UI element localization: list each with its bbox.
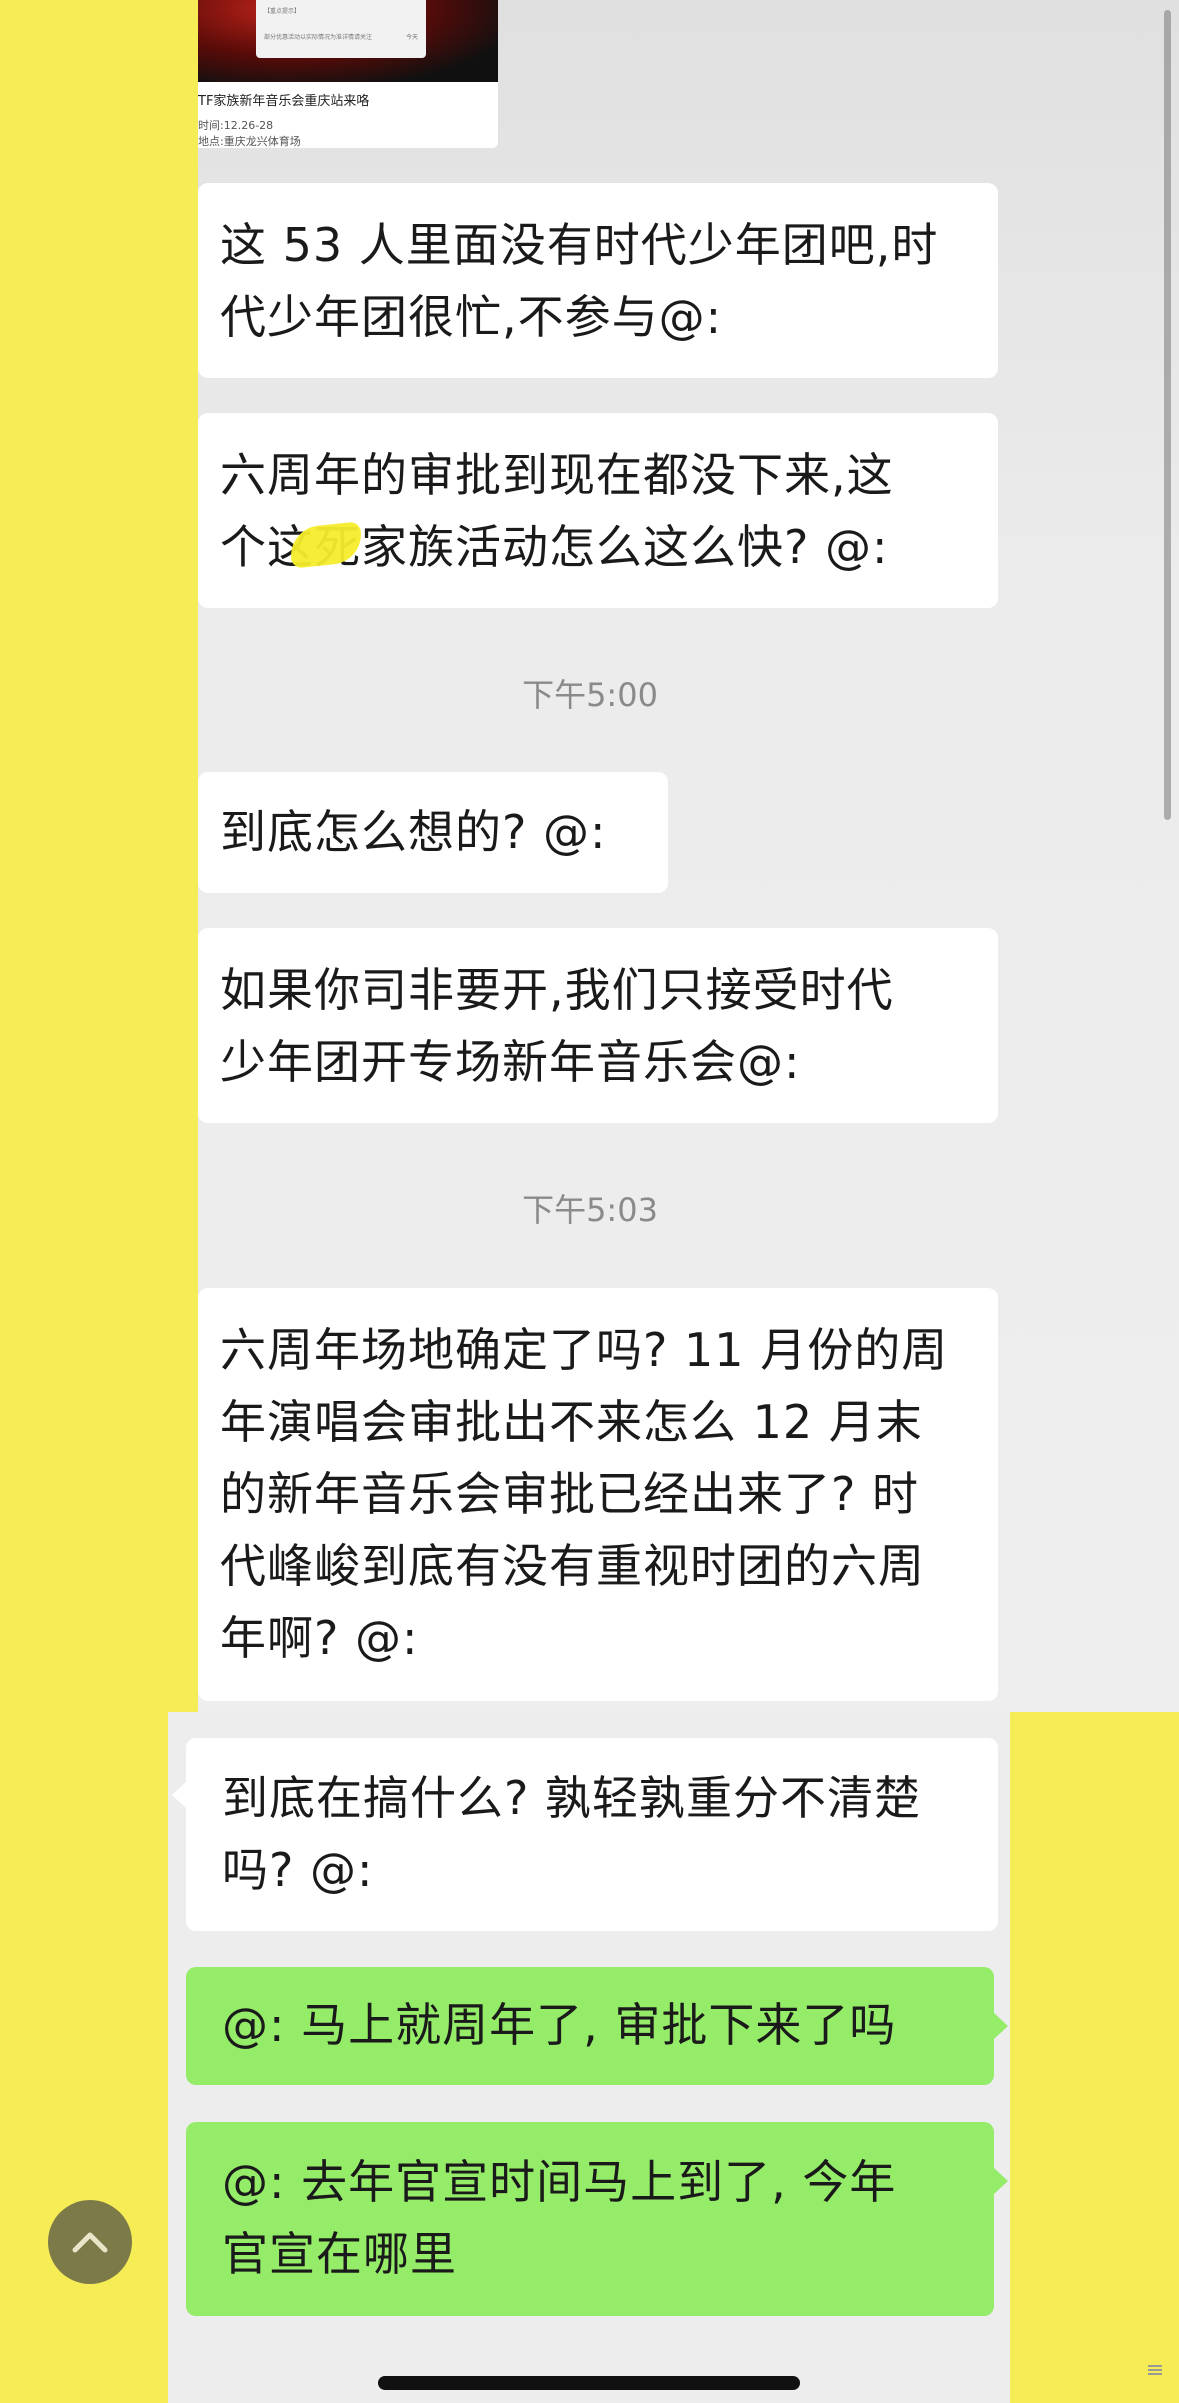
menu-icon	[1148, 2365, 1162, 2375]
message-bubble[interactable]: 六周年场地确定了吗? 11 月份的周 年演唱会审批出不来怎么 12 月末 的新年…	[198, 1288, 998, 1701]
message-line: 这 53 人里面没有时代少年团吧,时	[220, 218, 939, 272]
right-yellow-background	[1010, 1712, 1179, 2403]
card-tiny-text: 【重点提示】	[264, 8, 301, 15]
message-line: 六周年的审批到现在都没下来,这	[220, 448, 894, 502]
bubble-tail	[994, 2013, 1008, 2039]
message-bubble[interactable]: 到底在搞什么? 孰轻孰重分不清楚 吗? @:	[186, 1738, 998, 1931]
message-line: 吗? @:	[222, 1843, 374, 1897]
card-tiny-text: 今天	[406, 34, 419, 41]
home-indicator[interactable]	[378, 2376, 800, 2390]
scroll-top-button[interactable]	[48, 2200, 132, 2284]
message-bubble[interactable]: 到底怎么想的? @:	[198, 772, 668, 893]
message-line: 少年团开专场新年音乐会@:	[220, 1035, 801, 1089]
message-bubble[interactable]: 如果你司非要开,我们只接受时代 少年团开专场新年音乐会@:	[198, 928, 998, 1123]
message-line: 年演唱会审批出不来怎么 12 月末	[220, 1395, 923, 1449]
message-bubble[interactable]: 这 53 人里面没有时代少年团吧,时 代少年团很忙,不参与@:	[198, 183, 998, 378]
message-line: 到底在搞什么? 孰轻孰重分不清楚	[222, 1771, 922, 1825]
sent-message-bubble[interactable]: @: 去年官宣时间马上到了, 今年 官宣在哪里	[186, 2122, 994, 2316]
bubble-tail	[172, 1782, 186, 1808]
message-line: 如果你司非要开,我们只接受时代	[220, 963, 894, 1017]
card-thumbnail: 【重点提示】 部分优惠活动以实际情况为准详情请关注 今天	[198, 0, 498, 82]
message-line: @: 马上就周年了, 审批下来了吗	[222, 1998, 897, 2052]
message-line: 年啊? @:	[220, 1611, 419, 1665]
card-tiny-text: 部分优惠活动以实际情况为准详情请关注	[264, 34, 373, 41]
card-location: 地点:重庆龙兴体育场	[198, 135, 301, 148]
message-line: 官宣在哪里	[222, 2227, 457, 2281]
chevron-up-icon	[72, 2232, 108, 2253]
card-title: TF家族新年音乐会重庆站来咯	[198, 94, 370, 109]
bubble-tail	[994, 2168, 1008, 2194]
message-line: @: 去年官宣时间马上到了, 今年	[222, 2155, 897, 2209]
message-line: 的新年音乐会审批已经出来了? 时	[220, 1467, 920, 1521]
message-bubble[interactable]: 六周年的审批到现在都没下来,这 个这死家族活动怎么这么快? @:	[198, 413, 998, 608]
card-time: 时间:12.26-28	[198, 119, 274, 132]
scrollbar[interactable]	[1164, 10, 1171, 820]
message-line: 到底怎么想的? @:	[220, 805, 607, 859]
message-line: 代峰峻到底有没有重视时团的六周	[220, 1539, 925, 1593]
timestamp: 下午5:00	[522, 676, 658, 714]
timestamp: 下午5:03	[522, 1191, 658, 1229]
card-thumbnail-inner: 【重点提示】 部分优惠活动以实际情况为准详情请关注 今天	[256, 0, 426, 58]
message-line: 六周年场地确定了吗? 11 月份的周	[220, 1323, 949, 1377]
message-line: 代少年团很忙,不参与@:	[220, 290, 723, 344]
sent-message-bubble[interactable]: @: 马上就周年了, 审批下来了吗	[186, 1967, 994, 2085]
shared-event-card[interactable]: 【重点提示】 部分优惠活动以实际情况为准详情请关注 今天 TF家族新年音乐会重庆…	[198, 0, 498, 148]
